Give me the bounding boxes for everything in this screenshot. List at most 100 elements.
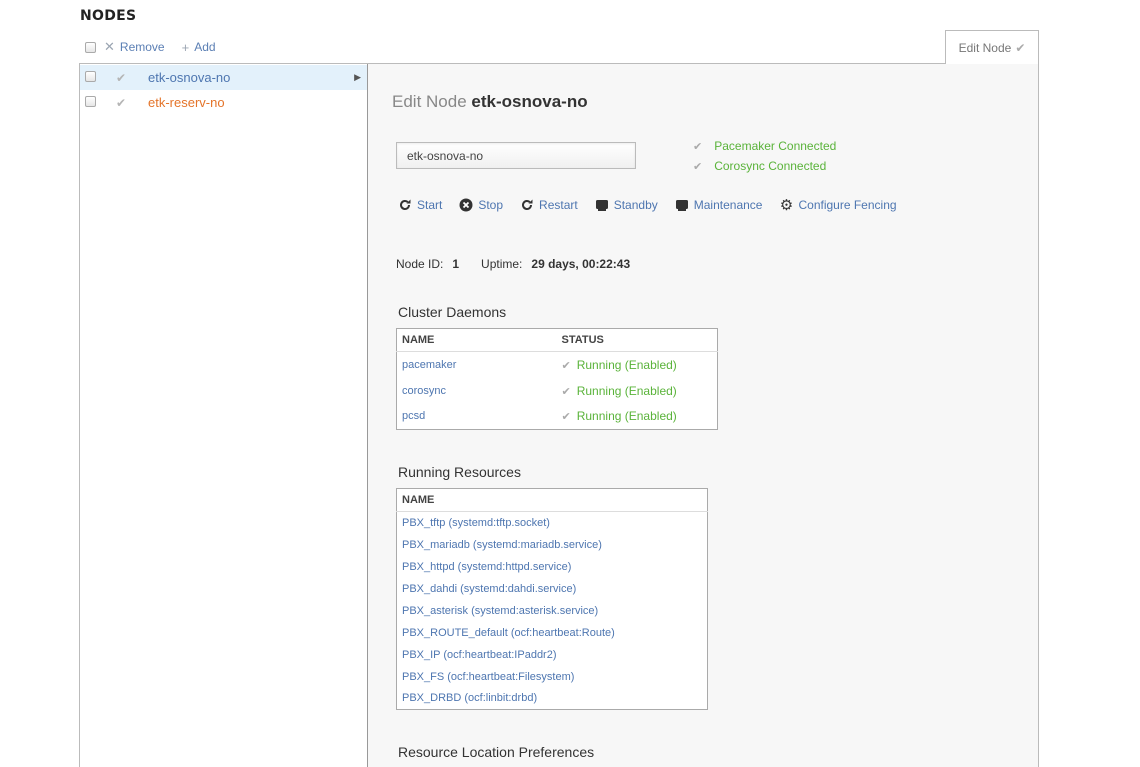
caret-right-icon: ▶ (354, 72, 361, 82)
configure-fencing-label: Configure Fencing (798, 198, 897, 212)
node-info: Node ID: 1 Uptime: 29 days, 00:22:43 (396, 257, 652, 271)
standby-label: Standby (613, 198, 658, 212)
nodes-toolbar: ✕ Remove + Add (85, 38, 216, 56)
maintenance-label: Maintenance (693, 198, 763, 212)
node-name[interactable]: etk-osnova-no (148, 70, 230, 85)
daemon-status: ✔ Running (Enabled) (557, 352, 718, 378)
maintenance-icon (675, 198, 689, 212)
resource-link[interactable]: PBX_FS (ocf:heartbeat:Filesystem) (397, 666, 708, 688)
table-row: corosync ✔ Running (Enabled) (397, 378, 718, 404)
resource-link[interactable]: PBX_ROUTE_default (ocf:heartbeat:Route) (397, 622, 708, 644)
select-all-checkbox[interactable] (85, 41, 96, 53)
table-row: PBX_httpd (systemd:httpd.service) (397, 556, 708, 578)
cluster-daemons-table: NAME STATUS pacemaker ✔ Running (Enabled)… (396, 328, 718, 430)
resource-link[interactable]: PBX_mariadb (systemd:mariadb.service) (397, 534, 708, 556)
node-checkbox[interactable] (85, 71, 96, 82)
corosync-status: ✔ Corosync Connected (693, 159, 826, 173)
check-icon: ✔ (1015, 40, 1026, 55)
table-header-row: NAME STATUS (396, 328, 718, 352)
add-label: Add (194, 40, 216, 54)
table-row: PBX_FS (ocf:heartbeat:Filesystem) (397, 666, 708, 688)
daemon-status: ✔ Running (Enabled) (557, 378, 718, 404)
edit-title-prefix: Edit Node (392, 92, 467, 111)
daemon-status-text: Running (Enabled) (576, 383, 677, 398)
corosync-status-text: Corosync Connected (714, 159, 827, 173)
edit-title-node-name: etk-osnova-no (471, 92, 588, 111)
restart-label: Restart (539, 198, 578, 212)
pacemaker-status-text: Pacemaker Connected (714, 139, 837, 153)
table-row: pacemaker ✔ Running (Enabled) (397, 352, 718, 378)
check-icon: ✔ (561, 385, 571, 398)
node-name-input[interactable] (396, 142, 636, 169)
tab-edit-node[interactable]: Edit Node ✔ (945, 30, 1039, 64)
check-icon: ✔ (693, 160, 703, 173)
stop-button[interactable]: Stop (459, 198, 503, 212)
daemon-name[interactable]: pacemaker (397, 352, 557, 378)
table-row: PBX_DRBD (ocf:linbit:drbd) (397, 688, 708, 710)
table-row: PBX_asterisk (systemd:asterisk.service) (397, 600, 708, 622)
column-header-name: NAME (396, 328, 557, 352)
resource-location-preferences-title: Resource Location Preferences (398, 744, 595, 760)
table-row: PBX_dahdi (systemd:dahdi.service) (397, 578, 708, 600)
node-name[interactable]: etk-reserv-no (148, 95, 225, 110)
daemon-name[interactable]: pcsd (397, 404, 557, 430)
stop-label: Stop (478, 198, 504, 212)
table-row: PBX_mariadb (systemd:mariadb.service) (397, 534, 708, 556)
check-icon: ✔ (693, 140, 703, 153)
resource-link[interactable]: PBX_httpd (systemd:httpd.service) (397, 556, 708, 578)
uptime-value: 29 days, 00:22:43 (531, 257, 631, 271)
running-resources-table: NAME PBX_tftp (systemd:tftp.socket) PBX_… (396, 488, 708, 710)
table-row: pcsd ✔ Running (Enabled) (397, 404, 718, 430)
node-actions: Start Stop Restart Standby Maintenance ⚙… (398, 196, 914, 214)
close-icon: ✕ (104, 39, 115, 54)
resource-link[interactable]: PBX_dahdi (systemd:dahdi.service) (397, 578, 708, 600)
resource-link[interactable]: PBX_tftp (systemd:tftp.socket) (397, 512, 708, 534)
pacemaker-status: ✔ Pacemaker Connected (693, 139, 836, 153)
daemon-name[interactable]: corosync (397, 378, 557, 404)
resource-link[interactable]: PBX_DRBD (ocf:linbit:drbd) (397, 688, 708, 710)
check-icon: ✔ (561, 359, 571, 372)
node-row-etk-osnova-no[interactable]: ✔ etk-osnova-no ▶ (80, 65, 367, 90)
standby-icon (595, 198, 609, 212)
resource-link[interactable]: PBX_IP (ocf:heartbeat:IPaddr2) (397, 644, 708, 666)
column-header-name: NAME (396, 488, 708, 512)
node-id-label: Node ID: (396, 257, 444, 271)
start-label: Start (417, 198, 443, 212)
tab-edit-node-label: Edit Node (958, 40, 1012, 55)
check-icon: ✔ (561, 411, 571, 424)
daemon-status-text: Running (Enabled) (576, 357, 677, 372)
remove-label: Remove (119, 40, 165, 54)
add-button[interactable]: + Add (182, 40, 216, 55)
daemon-status-text: Running (Enabled) (576, 409, 677, 424)
plus-icon: + (181, 39, 190, 55)
standby-button[interactable]: Standby (595, 198, 658, 212)
table-row: PBX_ROUTE_default (ocf:heartbeat:Route) (397, 622, 708, 644)
gear-icon: ⚙ (779, 197, 794, 214)
cluster-daemons-title: Cluster Daemons (398, 304, 507, 320)
table-header-row: NAME (396, 488, 708, 512)
stop-icon (459, 198, 473, 212)
check-icon: ✔ (116, 95, 127, 110)
check-icon: ✔ (116, 70, 127, 85)
node-checkbox[interactable] (85, 96, 96, 107)
daemon-status: ✔ Running (Enabled) (557, 404, 718, 430)
node-id-value: 1 (452, 257, 460, 271)
maintenance-button[interactable]: Maintenance (675, 198, 763, 212)
configure-fencing-button[interactable]: ⚙ Configure Fencing (779, 197, 897, 214)
restart-button[interactable]: Restart (520, 198, 578, 212)
running-resources-title: Running Resources (398, 464, 521, 480)
page-title: NODES (80, 8, 137, 24)
uptime-label: Uptime: (481, 257, 523, 271)
table-row: PBX_tftp (systemd:tftp.socket) (397, 512, 708, 534)
resource-link[interactable]: PBX_asterisk (systemd:asterisk.service) (397, 600, 708, 622)
remove-button[interactable]: ✕ Remove (104, 39, 165, 55)
edit-node-title: Edit Node etk-osnova-no (392, 92, 588, 112)
refresh-icon (398, 198, 412, 212)
node-row-etk-reserv-no[interactable]: ✔ etk-reserv-no (80, 90, 367, 115)
table-row: PBX_IP (ocf:heartbeat:IPaddr2) (397, 644, 708, 666)
edit-node-panel: Edit Node etk-osnova-no ✔ Pacemaker Conn… (368, 64, 1038, 767)
node-list: ✔ etk-osnova-no ▶ ✔ etk-reserv-no (80, 64, 367, 767)
refresh-icon (520, 198, 534, 212)
start-button[interactable]: Start (398, 198, 442, 212)
column-header-status: STATUS (556, 328, 718, 352)
